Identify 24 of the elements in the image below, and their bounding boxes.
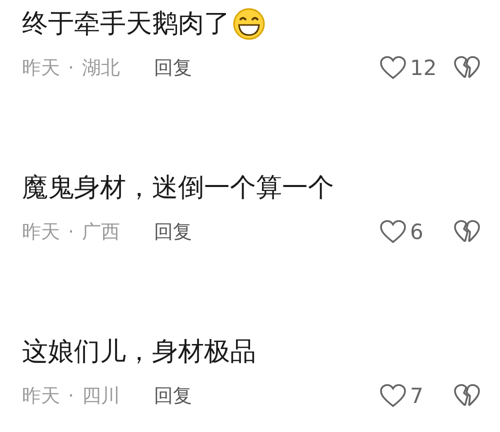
- broken-heart-icon[interactable]: [454, 56, 480, 80]
- reply-link[interactable]: 回复: [154, 54, 192, 82]
- broken-heart-icon[interactable]: [454, 220, 480, 244]
- heart-icon[interactable]: [380, 384, 406, 408]
- like-count: 12: [410, 55, 438, 82]
- comment-text: 魔鬼身材，迷倒一个算一个: [22, 172, 334, 205]
- comment-text: 终于牵手天鹅肉了: [22, 8, 230, 41]
- heart-icon[interactable]: [380, 56, 406, 80]
- separator-dot: ·: [68, 220, 74, 245]
- separator-dot: ·: [68, 384, 74, 409]
- comment-location: 四川: [82, 384, 120, 409]
- broken-heart-icon[interactable]: [454, 384, 480, 408]
- comment-time: 昨天: [22, 56, 60, 81]
- comment-time: 昨天: [22, 384, 60, 409]
- like-count: 7: [410, 383, 424, 410]
- reply-link[interactable]: 回复: [154, 218, 192, 246]
- heart-icon[interactable]: [380, 220, 406, 244]
- comment-location: 广西: [82, 220, 120, 245]
- separator-dot: ·: [68, 56, 74, 81]
- comment-text: 这娘们儿，身材极品: [22, 336, 256, 369]
- comment-time: 昨天: [22, 220, 60, 245]
- like-count: 6: [410, 219, 424, 246]
- comment-location: 湖北: [82, 56, 120, 81]
- reply-link[interactable]: 回复: [154, 382, 192, 410]
